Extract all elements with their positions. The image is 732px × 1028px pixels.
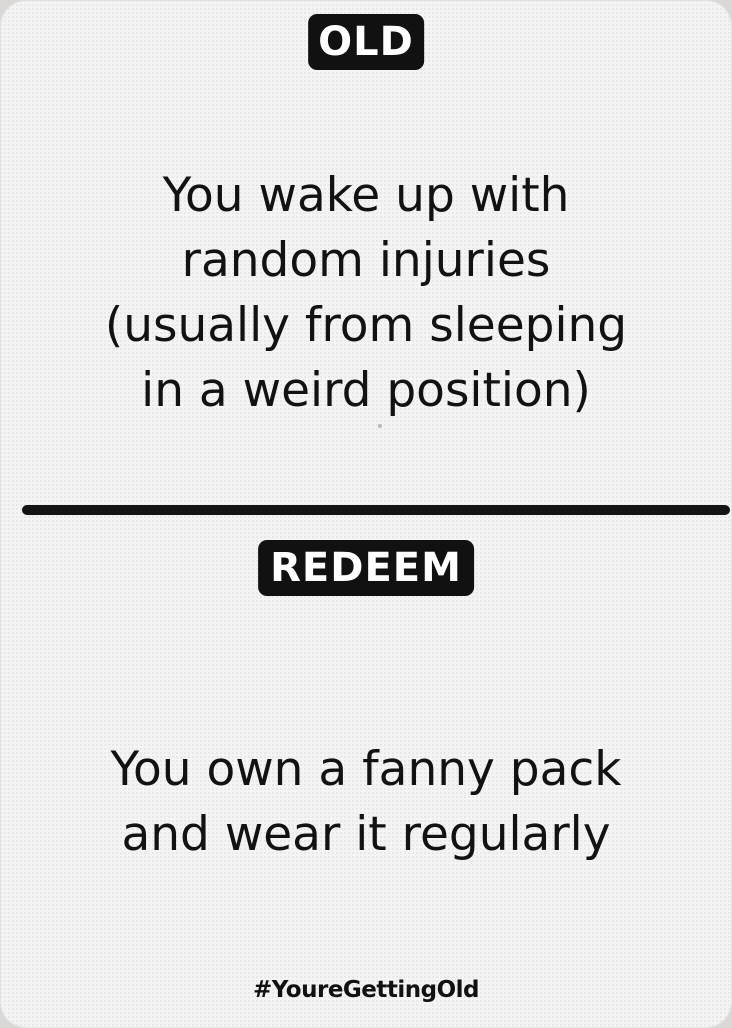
old-badge: OLD <box>308 14 424 70</box>
old-prompt-line: random injuries <box>181 233 551 288</box>
redeem-prompt-line: You own a fanny pack <box>110 742 622 797</box>
game-card: OLD You wake up with random injuries (us… <box>0 0 732 1028</box>
redeem-prompt-line: and wear it regularly <box>121 807 611 862</box>
section-divider <box>22 505 730 515</box>
old-prompt-line: in a weird position) <box>141 363 591 418</box>
old-prompt: You wake up with random injuries (usuall… <box>40 163 692 423</box>
redeem-badge: REDEEM <box>258 540 474 596</box>
hashtag-footer: #YoureGettingOld <box>252 977 480 1003</box>
old-prompt-line: You wake up with <box>162 168 570 223</box>
print-speck <box>378 424 382 428</box>
old-prompt-line: (usually from sleeping <box>104 298 628 353</box>
redeem-prompt: You own a fanny pack and wear it regular… <box>40 737 692 867</box>
